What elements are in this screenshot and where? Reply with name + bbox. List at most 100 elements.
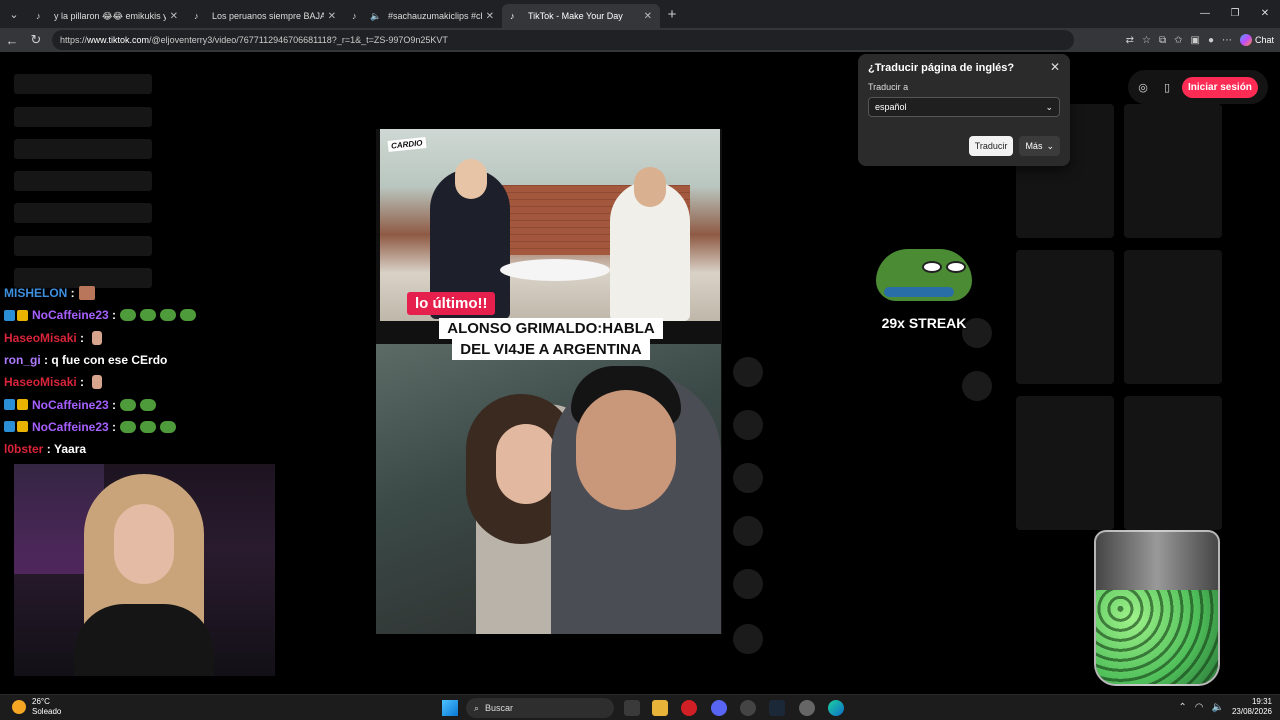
back-arrow-icon[interactable]: ←	[0, 33, 24, 48]
tab-bar: ⌄ ♪ y la pillaron 😂😂 emikukis y Nar ✕ ♪ …	[0, 0, 1280, 28]
pepe-frog-icon	[876, 249, 972, 301]
opera-icon[interactable]	[681, 700, 697, 716]
action-button-placeholder[interactable]	[733, 624, 763, 654]
more-menu-icon[interactable]: ⋯	[1222, 35, 1232, 46]
sun-icon	[12, 700, 26, 714]
close-tab-icon[interactable]: ✕	[644, 11, 652, 22]
taskbar-search[interactable]: ⌕ Buscar	[466, 698, 614, 718]
translate-popup-title: ¿Traducir página de inglés?	[868, 62, 1015, 74]
translate-button[interactable]: Traducir	[968, 136, 1014, 156]
steam-icon[interactable]	[769, 700, 785, 716]
url-field[interactable]: https://www.tiktok.com/@eljoventerry3/vi…	[52, 30, 1074, 50]
windows-start-icon[interactable]	[442, 700, 458, 716]
hand-emote-icon	[92, 375, 103, 390]
tiktok-icon: ♪	[194, 11, 199, 21]
wifi-icon[interactable]: ◠	[1195, 702, 1204, 713]
sidebar-skeleton	[14, 139, 152, 159]
round-table	[500, 259, 610, 281]
tab-3-title: #sachauzumakiclips #chunny	[388, 11, 482, 21]
volume-icon[interactable]: 🔈	[1212, 702, 1224, 713]
extensions-icon[interactable]: ⧉	[1159, 35, 1166, 46]
phone-app-icon[interactable]: ▯	[1158, 78, 1176, 96]
subscriber-badge-icon	[17, 421, 28, 433]
tab-1[interactable]: ♪ y la pillaron 😂😂 emikukis y Nar ✕	[28, 4, 186, 28]
minimize-button[interactable]: —	[1190, 0, 1220, 28]
tab-4-active[interactable]: ♪ TikTok - Make Your Day ✕	[502, 4, 660, 28]
prime-badge-icon	[4, 399, 15, 411]
clock-date: 23/08/2026	[1231, 707, 1272, 716]
close-window-button[interactable]: ✕	[1250, 0, 1280, 28]
collections-icon[interactable]: ▣	[1190, 35, 1199, 46]
file-explorer-icon[interactable]	[652, 700, 668, 716]
discord-icon[interactable]	[711, 700, 727, 716]
subscriber-badge-icon	[17, 309, 28, 321]
related-video-placeholder[interactable]	[1124, 250, 1222, 384]
chat-username: NoCaffeine23	[32, 419, 109, 434]
chat-message: HaseoMisaki :	[4, 327, 274, 349]
video-player[interactable]: CARDIO lo último!! ALONSO GRIMALDO:HABLA…	[376, 129, 722, 634]
stream-chat-overlay: MISHELON : NoCaffeine23 : HaseoMisaki : …	[4, 282, 274, 460]
close-tab-icon[interactable]: ✕	[170, 11, 178, 22]
coins-icon[interactable]: ◎	[1134, 78, 1152, 96]
edge-browser-icon[interactable]	[828, 700, 844, 716]
speaker-icon[interactable]: 🔈	[370, 11, 382, 22]
translate-icon[interactable]: ⇄	[1126, 35, 1134, 46]
reload-icon[interactable]: ↻	[24, 32, 48, 48]
task-view-icon[interactable]	[624, 700, 640, 716]
translate-button-label: Traducir	[974, 141, 1008, 151]
copilot-icon	[1239, 34, 1252, 46]
chat-message: l0bster : Yaara	[4, 442, 87, 457]
video-scene-selfie	[376, 344, 721, 634]
frog-emote-icon	[140, 309, 157, 322]
login-button[interactable]: Iniciar sesión	[1182, 76, 1258, 98]
settings-gear-icon[interactable]	[799, 700, 815, 716]
action-button-placeholder[interactable]	[733, 357, 763, 387]
weather-widget[interactable]: 26°C Soleado	[12, 697, 61, 717]
pepe-streak-overlay: 29x STREAK	[874, 247, 974, 342]
translate-popup: ¿Traducir página de inglés? ✕ Traducir a…	[858, 54, 1070, 166]
profile-avatar[interactable]: ●	[1208, 35, 1214, 46]
language-select[interactable]: español ⌄	[868, 97, 1060, 117]
nav-button-placeholder[interactable]	[962, 371, 992, 401]
related-video-placeholder[interactable]	[1016, 250, 1114, 384]
search-label: Buscar	[485, 703, 514, 713]
chat-username: NoCaffeine23	[32, 308, 109, 323]
clock-time: 19:31	[1251, 697, 1272, 706]
favorite-star-icon[interactable]: ☆	[1142, 35, 1151, 46]
streak-text: 29x STREAK	[881, 315, 967, 331]
obs-icon[interactable]	[740, 700, 756, 716]
chat-username: ron_gi	[4, 353, 41, 368]
action-button-placeholder[interactable]	[733, 410, 763, 440]
window-controls: — ❐ ✕	[1190, 0, 1280, 28]
tiktok-icon: ♪	[510, 11, 515, 21]
chat-username: HaseoMisaki	[4, 330, 77, 345]
new-tab-button[interactable]: +	[660, 6, 684, 23]
close-tab-icon[interactable]: ✕	[328, 11, 336, 22]
copilot-chat-button[interactable]: Chat	[1239, 34, 1274, 46]
frog-emote-icon	[180, 309, 197, 322]
frog-emote-icon	[160, 309, 177, 322]
close-tab-icon[interactable]: ✕	[486, 11, 494, 22]
translate-to-label: Traducir a	[868, 82, 909, 92]
related-video-placeholder[interactable]	[1124, 104, 1222, 238]
tab-3[interactable]: ♪ 🔈 #sachauzumakiclips #chunny ✕	[344, 4, 502, 28]
chat-username: HaseoMisaki	[4, 375, 77, 390]
chevron-up-icon[interactable]: ⌃	[1178, 702, 1186, 713]
emote-icon	[78, 286, 95, 301]
action-button-placeholder[interactable]	[733, 463, 763, 493]
sidebar-skeleton	[14, 171, 152, 191]
action-button-placeholder[interactable]	[733, 516, 763, 546]
more-button[interactable]: Más ⌄	[1019, 136, 1060, 156]
related-video-placeholder[interactable]	[1124, 396, 1222, 530]
frog-emote-icon	[120, 309, 137, 322]
close-icon[interactable]: ✕	[1050, 60, 1060, 74]
tab-list-menu-button[interactable]: ⌄	[0, 0, 28, 28]
clock[interactable]: 19:31 23/08/2026	[1232, 697, 1272, 717]
chat-message: NoCaffeine23 :	[4, 416, 274, 438]
tab-2-title: Los peruanos siempre BAJAMOS l	[212, 11, 324, 21]
related-video-placeholder[interactable]	[1016, 396, 1114, 530]
tab-2[interactable]: ♪ Los peruanos siempre BAJAMOS l ✕	[186, 4, 344, 28]
action-button-placeholder[interactable]	[733, 569, 763, 599]
maximize-button[interactable]: ❐	[1220, 0, 1250, 28]
favorites-icon[interactable]: ✩	[1174, 35, 1182, 46]
